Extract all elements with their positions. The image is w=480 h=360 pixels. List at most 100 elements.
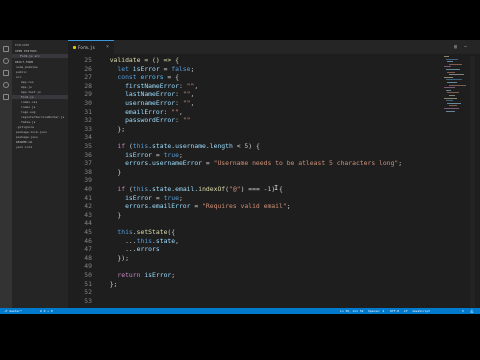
code-line[interactable]: usernameError: "", xyxy=(102,99,194,108)
line-ending[interactable]: LF xyxy=(404,308,408,314)
language-mode[interactable]: JavaScript xyxy=(412,308,430,314)
notifications-icon[interactable]: 🔔︎ xyxy=(470,308,474,314)
search-icon[interactable] xyxy=(3,58,9,64)
code-token: const xyxy=(102,73,141,82)
vertical-scrollbar[interactable] xyxy=(470,56,475,308)
file-tree-item[interactable]: package-lock.json xyxy=(12,130,68,134)
tab-form-js[interactable]: Form.js × xyxy=(68,40,114,54)
code-token: firstNameError xyxy=(102,81,179,90)
file-tree-item[interactable]: src xyxy=(12,75,68,79)
close-icon[interactable]: × xyxy=(106,44,109,50)
code-line[interactable]: if (this.state.email.indexOf("@") === -1… xyxy=(102,185,283,194)
file-tree-item[interactable]: logo.svg xyxy=(12,110,68,114)
minimap-line xyxy=(445,110,455,112)
debug-icon[interactable] xyxy=(3,82,9,88)
split-editor-icon[interactable]: ▥ xyxy=(454,44,457,50)
files-icon[interactable] xyxy=(3,46,9,52)
file-tree-item[interactable]: .gitignore xyxy=(12,125,68,129)
code-token: ; xyxy=(286,202,291,211)
code-token: } xyxy=(102,167,122,176)
code-line[interactable]: emailError: "", xyxy=(102,108,183,117)
code-token: "" xyxy=(182,99,191,107)
code-token: true xyxy=(163,150,179,159)
code-line[interactable]: this.setState({ xyxy=(102,228,175,237)
code-token: , xyxy=(175,236,179,245)
code-token: indexOf xyxy=(198,185,226,193)
code-line[interactable]: if (this.state.username.length < 5) { xyxy=(102,142,260,151)
code-line[interactable]: } xyxy=(102,168,121,177)
file-tree-item[interactable]: README.md xyxy=(12,140,68,144)
minimap[interactable] xyxy=(444,56,466,116)
file-tree-item[interactable]: public xyxy=(12,70,68,74)
open-editor-item[interactable]: Form.js src xyxy=(12,54,68,58)
minimap-line xyxy=(447,82,457,83)
code-line[interactable]: errors.emailError = "Requires valid emai… xyxy=(102,202,291,211)
code-line[interactable]: firstNameError: "", xyxy=(102,82,198,91)
file-tree-item[interactable]: Form.js xyxy=(12,95,68,99)
open-editors-section[interactable]: OPEN EDITORS xyxy=(15,49,37,53)
extensions-icon[interactable] xyxy=(3,94,9,100)
cursor-position[interactable]: Ln 36, Col 52 xyxy=(340,308,363,314)
encoding[interactable]: UTF-8 xyxy=(390,308,399,314)
code-token: errors xyxy=(140,73,164,82)
indentation[interactable]: Spaces: 2 xyxy=(368,308,384,314)
file-tree-item[interactable]: yarn.lock xyxy=(12,145,68,149)
minimap-line xyxy=(447,71,455,73)
code-token: true xyxy=(163,193,179,202)
file-tree: node_modules public src App.css App.js App.te… xyxy=(12,65,68,265)
code-line[interactable]: return isError; xyxy=(102,271,175,280)
smiley-icon[interactable]: ☺ xyxy=(462,308,464,314)
code-line[interactable]: } xyxy=(102,211,121,220)
minimap-line xyxy=(444,66,451,68)
file-tree-item[interactable]: App.js xyxy=(12,85,68,89)
code-line[interactable]: passwordError: "" xyxy=(102,116,190,125)
file-tree-item[interactable]: package.json xyxy=(12,135,68,139)
file-tree-item[interactable]: App.css xyxy=(12,80,68,84)
code-line[interactable]: isError = true; xyxy=(102,151,183,160)
minimap-line xyxy=(445,69,460,70)
problems-indicator[interactable]: ⊗ 0 ⚠ 0 xyxy=(40,308,53,314)
more-actions-icon[interactable]: ⋯ xyxy=(464,44,467,50)
js-file-icon xyxy=(73,46,76,49)
code-area[interactable]: validate = () => { let isError = false; … xyxy=(68,56,438,308)
warning-count: 0 xyxy=(50,309,53,313)
code-line[interactable]: }; xyxy=(102,280,118,289)
code-token: , xyxy=(194,81,199,90)
minimap-line xyxy=(448,84,466,86)
file-tree-item[interactable]: Table.js xyxy=(12,120,68,124)
file-tree-item[interactable]: index.css xyxy=(12,100,68,104)
code-token: if xyxy=(102,142,129,150)
code-token: ) { xyxy=(248,142,260,150)
code-line[interactable]: }); xyxy=(102,254,129,263)
code-token: passwordError xyxy=(102,116,176,125)
code-line[interactable]: validate = () => { xyxy=(102,56,179,65)
branch-indicator[interactable]: ⎇ master* xyxy=(4,308,22,314)
code-line[interactable]: isError = true; xyxy=(102,194,183,203)
code-token: isError xyxy=(102,150,153,159)
code-line[interactable]: errors.usernameError = "Username needs t… xyxy=(102,159,402,168)
minimap-line xyxy=(448,74,464,76)
code-token: errors xyxy=(136,245,160,254)
code-line[interactable]: const errors = { xyxy=(102,73,179,82)
file-tree-item[interactable]: node_modules xyxy=(12,65,68,69)
code-line[interactable]: ...errors xyxy=(102,245,160,254)
code-line[interactable]: let isError = false; xyxy=(102,65,194,74)
code-line[interactable]: lastNameError: "", xyxy=(102,90,194,99)
minimap-line xyxy=(445,89,451,91)
file-tree-item[interactable]: registerServiceWorker.js xyxy=(12,115,68,119)
source-control-icon[interactable] xyxy=(3,70,9,76)
code-line[interactable]: ...this.state, xyxy=(102,237,179,246)
code-token: if xyxy=(102,185,129,193)
code-token: : xyxy=(175,99,183,107)
code-token: this xyxy=(102,228,133,236)
project-section[interactable]: REACT-FORM xyxy=(15,60,33,64)
file-tree-item[interactable]: index.js xyxy=(12,105,68,109)
code-token: ... xyxy=(102,245,137,254)
file-tree-item[interactable]: App.test.js xyxy=(12,90,68,94)
code-token: : xyxy=(175,116,183,125)
code-token: }); xyxy=(102,253,129,262)
code-token: .state xyxy=(152,236,176,245)
code-token: : xyxy=(178,81,187,90)
code-token: ; xyxy=(178,193,183,202)
code-line[interactable]: }; xyxy=(102,125,125,134)
